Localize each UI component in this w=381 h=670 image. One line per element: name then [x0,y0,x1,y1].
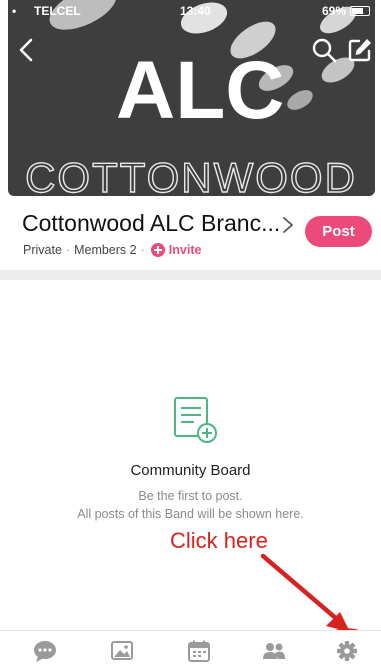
bottom-tab-bar [0,630,381,670]
settings-gear-icon [337,641,357,661]
compose-icon [348,39,371,62]
board-description: Be the first to post. All posts of this … [0,487,381,523]
band-cover: ALC COTTONWOOD • TELCEL 13:40 69% [0,0,381,196]
chat-icon [34,641,56,662]
search-button[interactable] [310,36,338,64]
band-info-section: Cottonwood ALC Branc... Post Private · M… [0,196,381,270]
back-button[interactable] [14,36,42,64]
calendar-icon [188,640,210,662]
carrier-name: TELCEL [34,4,81,18]
band-title[interactable]: Cottonwood ALC Branc... [22,210,280,237]
section-divider [0,270,381,280]
board-title: Community Board [130,462,251,479]
annotation-label: Click here [170,528,268,553]
svg-text:COTTONWOOD: COTTONWOOD [25,154,357,196]
band-meta: Private · Members 2 · Invite [23,243,201,257]
board-desc-line-1: Be the first to post. [138,489,243,503]
invite-link[interactable]: Invite [169,243,202,257]
signal-indicator: • [12,4,18,18]
tab-settings[interactable] [334,639,360,663]
community-board-icon [174,397,217,443]
alc-cover-logo: ALC COTTONWOOD [24,0,357,196]
photos-icon [111,641,133,660]
board-desc-line-2: All posts of this Band will be shown her… [77,507,304,521]
chevron-left-icon [19,38,33,62]
compose-button[interactable] [346,36,374,64]
members-icon [263,643,285,659]
meta-separator: · [65,243,71,257]
battery-percent: 69% [322,4,347,18]
tab-calendar[interactable] [186,639,212,663]
tab-members[interactable] [261,639,287,663]
members-count[interactable]: Members 2 [74,243,137,257]
battery-icon [350,6,370,16]
tab-chat[interactable] [32,639,58,663]
battery-level [352,8,363,14]
post-button[interactable]: Post [305,216,372,247]
tab-photos[interactable] [109,639,135,663]
clock: 13:40 [180,4,211,18]
svg-text:ALC: ALC [116,45,285,136]
meta-separator: · [140,243,145,257]
chevron-right-icon[interactable] [281,215,295,235]
plus-circle-icon[interactable] [150,243,165,257]
cover-image: ALC COTTONWOOD [8,0,375,196]
status-bar: • TELCEL 13:40 69% [0,0,381,22]
privacy-label: Private [23,243,62,257]
search-icon [312,38,337,63]
